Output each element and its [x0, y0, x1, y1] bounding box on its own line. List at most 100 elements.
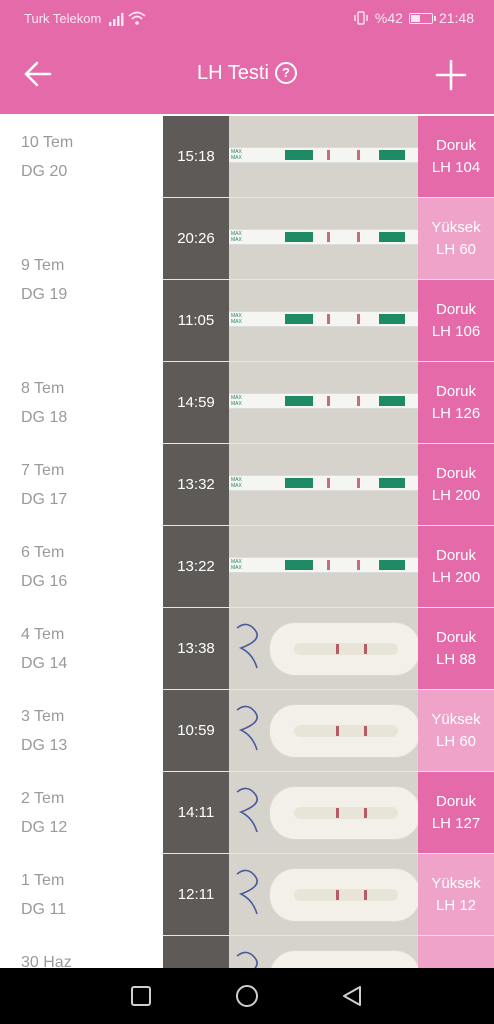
test-strip-image: MAX MAX — [229, 557, 419, 573]
test-photo[interactable] — [229, 854, 419, 935]
home-icon[interactable] — [235, 984, 259, 1008]
signal-icon — [109, 13, 124, 26]
test-strip-image: MAX MAX — [229, 147, 419, 163]
battery-icon — [408, 12, 436, 24]
handwriting-mark — [236, 951, 258, 968]
test-strip-image: MAX MAX — [229, 229, 419, 245]
test-time: 10:59 — [163, 690, 229, 771]
lh-level: Yüksek — [431, 218, 481, 236]
add-icon[interactable] — [434, 58, 468, 92]
test-strip-image: MAX MAX — [229, 393, 419, 409]
wifi-icon — [128, 11, 146, 25]
test-entry[interactable]: 13:22 MAX MAX Doruk LH 200 — [163, 526, 494, 608]
test-cassette-image — [269, 786, 419, 840]
test-photo[interactable]: MAX MAX — [229, 280, 419, 361]
test-strip-image: MAX MAX — [229, 311, 419, 327]
cycle-day: DG 14 — [21, 655, 68, 672]
day-row: 1 Tem DG 11 12:11 Yüksek LH 12 — [0, 854, 494, 937]
test-cassette-image — [269, 868, 419, 922]
test-entry[interactable]: 15:18 MAX MAX Doruk LH 104 — [163, 116, 494, 198]
cycle-day: DG 13 — [21, 737, 68, 754]
lh-level: Doruk — [435, 546, 476, 564]
lh-value: LH 12 — [435, 896, 477, 914]
day-row: 8 Tem DG 18 14:59 MAX MAX Doruk LH 126 — [0, 362, 494, 445]
lh-level: Doruk — [435, 792, 476, 810]
day-row: 4 Tem DG 14 13:38 Doruk LH 88 — [0, 608, 494, 691]
test-time: 20:26 — [163, 198, 229, 279]
day-date: 9 Tem — [21, 257, 65, 274]
lh-value: LH 200 — [431, 568, 481, 586]
lh-result-badge: Doruk LH 126 — [418, 362, 494, 443]
lh-result-badge: Doruk LH 104 — [418, 116, 494, 197]
test-time: 14:59 — [163, 362, 229, 443]
back-icon[interactable] — [340, 984, 364, 1008]
day-date: 3 Tem — [21, 708, 65, 725]
carrier-name: Turk Telekom — [24, 11, 102, 26]
lh-result-badge: Yüksek LH 60 — [418, 690, 494, 771]
day-row: 6 Tem DG 16 13:22 MAX MAX Doruk LH 200 — [0, 526, 494, 609]
handwriting-mark — [236, 705, 258, 751]
test-time: 12:11 — [163, 854, 229, 935]
lh-result-badge: Doruk LH 200 — [418, 526, 494, 607]
page-title: LH Testi — [197, 62, 269, 84]
lh-result-badge: Yüksek — [418, 936, 494, 968]
cycle-day: DG 17 — [21, 491, 68, 508]
day-row: 7 Tem DG 17 13:32 MAX MAX Doruk LH 200 — [0, 444, 494, 527]
test-photo[interactable]: MAX MAX — [229, 198, 419, 279]
test-entry[interactable]: 13:32 MAX MAX Doruk LH 200 — [163, 444, 494, 526]
handwriting-mark — [236, 787, 258, 833]
day-row: 9 Tem DG 19 20:26 MAX MAX Yüksek LH 60 11:05 MAX… — [0, 198, 494, 363]
day-row: 10 Tem DG 20 15:18 MAX MAX Doruk LH 104 — [0, 116, 494, 199]
day-date: 7 Tem — [21, 462, 65, 479]
battery-percent: %42 — [374, 10, 403, 26]
lh-level: Doruk — [435, 300, 476, 318]
test-entry[interactable]: 10:59 Yüksek LH 60 — [163, 690, 494, 772]
test-entry[interactable]: 14:59 MAX MAX Doruk LH 126 — [163, 362, 494, 444]
day-date: 10 Tem — [21, 134, 74, 151]
test-entry[interactable]: Yüksek — [163, 936, 494, 968]
help-icon[interactable]: ? — [274, 62, 297, 84]
test-time: 15:18 — [163, 116, 229, 197]
handwriting-mark — [236, 623, 258, 669]
cycle-day: DG 19 — [21, 286, 68, 303]
test-time: 13:22 — [163, 526, 229, 607]
test-entry[interactable]: 11:05 MAX MAX Doruk LH 106 — [163, 280, 494, 362]
lh-level: Doruk — [435, 464, 476, 482]
lh-result-badge: Doruk LH 106 — [418, 280, 494, 361]
test-entry[interactable]: 12:11 Yüksek LH 12 — [163, 854, 494, 936]
test-cassette-image — [269, 622, 419, 676]
test-time — [163, 936, 229, 968]
test-photo[interactable]: MAX MAX — [229, 526, 419, 607]
test-photo[interactable] — [229, 772, 419, 853]
recents-icon[interactable] — [129, 984, 153, 1008]
app-toolbar: LH Testi? — [0, 36, 494, 114]
test-time: 14:11 — [163, 772, 229, 853]
lh-level: Doruk — [435, 382, 476, 400]
lh-value: LH 127 — [431, 814, 481, 832]
status-bar: Turk Telekom %42 21:48 — [0, 0, 494, 36]
cycle-day: DG 12 — [21, 819, 68, 836]
lh-value: LH 126 — [431, 404, 481, 422]
lh-result-badge: Doruk LH 88 — [418, 608, 494, 689]
day-date: 6 Tem — [21, 544, 65, 561]
test-entry[interactable]: 14:11 Doruk LH 127 — [163, 772, 494, 854]
day-row: 2 Tem DG 12 14:11 Doruk LH 127 — [0, 772, 494, 855]
test-entry[interactable]: 20:26 MAX MAX Yüksek LH 60 — [163, 198, 494, 280]
test-photo[interactable]: MAX MAX — [229, 362, 419, 443]
test-photo[interactable]: MAX MAX — [229, 444, 419, 525]
test-photo[interactable]: MAX MAX — [229, 116, 419, 197]
system-nav-bar — [0, 968, 494, 1024]
lh-result-badge: Yüksek LH 12 — [418, 854, 494, 935]
test-photo[interactable] — [229, 690, 419, 771]
lh-result-badge: Yüksek LH 60 — [418, 198, 494, 279]
lh-result-badge: Doruk LH 127 — [418, 772, 494, 853]
vibrate-icon — [354, 11, 368, 25]
day-date: 2 Tem — [21, 790, 65, 807]
test-entry[interactable]: 13:38 Doruk LH 88 — [163, 608, 494, 690]
test-photo[interactable] — [229, 608, 419, 689]
cycle-day: DG 20 — [21, 163, 68, 180]
lh-test-list[interactable]: 10 Tem DG 20 15:18 MAX MAX Doruk LH 104 9 Tem DG… — [0, 116, 494, 968]
test-time: 11:05 — [163, 280, 229, 361]
test-photo[interactable] — [229, 936, 419, 968]
lh-value: LH 60 — [435, 240, 477, 258]
